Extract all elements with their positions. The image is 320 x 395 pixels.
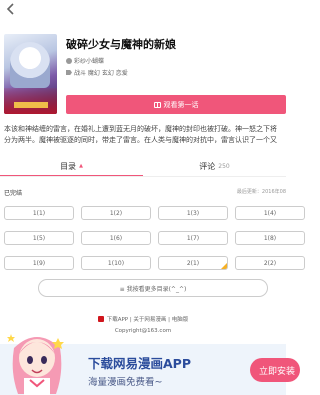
- comments-count: 250: [218, 162, 230, 170]
- chapter-button[interactable]: 2(2): [235, 256, 305, 270]
- chapter-label: 1(10): [107, 259, 125, 267]
- tab-comments[interactable]: 评论 250: [143, 156, 286, 176]
- more-chapters-button[interactable]: ≡ 我按看更多目录(^_^): [38, 279, 268, 297]
- chapter-button[interactable]: 1(1): [4, 206, 74, 220]
- chapter-button[interactable]: 1(7): [158, 231, 228, 245]
- comic-cover-image: [4, 34, 57, 114]
- chapter-label: 1(4): [263, 209, 277, 217]
- new-badge-icon: [221, 263, 227, 269]
- author-row: 彩纱小蝴蝶: [66, 56, 104, 65]
- chapter-button[interactable]: 1(6): [81, 231, 151, 245]
- footer-links-text[interactable]: 下载APP | 关于网易漫画 | 电脑版: [107, 315, 189, 323]
- comic-description: 本该和神结缠的雷言，在婚礼上遭到蓝无月的破坏，魔神的封印也被打破。神一怒之下将 …: [4, 124, 286, 145]
- tab-bar: 目录 ▲ 评论 250: [0, 156, 286, 176]
- chapter-label: 1(6): [109, 234, 123, 242]
- user-icon: [66, 57, 72, 64]
- chapter-button[interactable]: 1(5): [4, 231, 74, 245]
- author-name[interactable]: 彩纱小蝴蝶: [74, 56, 104, 65]
- chapter-label: 1(3): [186, 209, 200, 217]
- chapter-label: 2(2): [263, 259, 277, 267]
- description-line: 本该和神结缠的雷言，在婚礼上遭到蓝无月的破坏，魔神的封印也被打破。神一怒之下将: [4, 125, 277, 133]
- banner-title: 下载网易漫画APP: [88, 356, 191, 371]
- read-button-label: 观看第一话: [163, 100, 199, 109]
- chapter-button[interactable]: 1(10): [81, 256, 151, 270]
- chapter-button[interactable]: 1(4): [235, 206, 305, 220]
- comic-title: 破碎少女与魔神的新娘: [66, 38, 176, 51]
- tags-row: 战斗 魔幻 玄幻 恋爱: [66, 68, 128, 77]
- chapter-label: 1(2): [109, 209, 123, 217]
- status-label: 已完结: [4, 190, 23, 197]
- tag-icon: [66, 70, 72, 75]
- tags-text: 战斗 魔幻 玄幻 恋爱: [74, 70, 128, 77]
- back-arrow-icon[interactable]: [4, 2, 18, 16]
- chapter-label: 1(1): [32, 209, 46, 217]
- chapter-button[interactable]: 1(8): [235, 231, 305, 245]
- tab-catalog[interactable]: 目录 ▲: [0, 156, 143, 176]
- chapter-button[interactable]: 1(2): [81, 206, 151, 220]
- last-update: 最后更新：2016年08: [236, 189, 286, 195]
- tab-catalog-label: 目录: [60, 161, 77, 171]
- chapter-label: 1(7): [186, 234, 200, 242]
- caret-up-icon: ▲: [79, 163, 83, 169]
- description-line: 分为两半。魔神被驱逐的同时，带走了雷言。在人类与魔神的对抗中，雷言认识了一个又: [4, 135, 277, 144]
- chapter-label: 1(9): [32, 259, 46, 267]
- install-button[interactable]: 立即安装: [250, 358, 300, 382]
- chapter-label: 1(8): [263, 234, 277, 242]
- tab-comments-label: 评论: [199, 161, 216, 171]
- chapter-button[interactable]: 1(3): [158, 206, 228, 220]
- book-icon: [153, 101, 161, 108]
- mascot-girl-icon: [7, 334, 64, 395]
- read-first-chapter-button[interactable]: 观看第一话: [66, 95, 286, 114]
- chapter-button[interactable]: 1(9): [4, 256, 74, 270]
- chapter-label: 1(5): [32, 234, 46, 242]
- chapter-label: 2(1): [186, 259, 200, 267]
- download-app-banner[interactable]: 下载网易漫画APP 海量漫画免费看~ 立即安装: [0, 334, 300, 395]
- divider: [0, 176, 286, 177]
- banner-subtitle: 海量漫画免费看~: [88, 377, 163, 388]
- chapter-button[interactable]: 2(1): [158, 256, 228, 270]
- netease-logo-icon: [97, 316, 104, 322]
